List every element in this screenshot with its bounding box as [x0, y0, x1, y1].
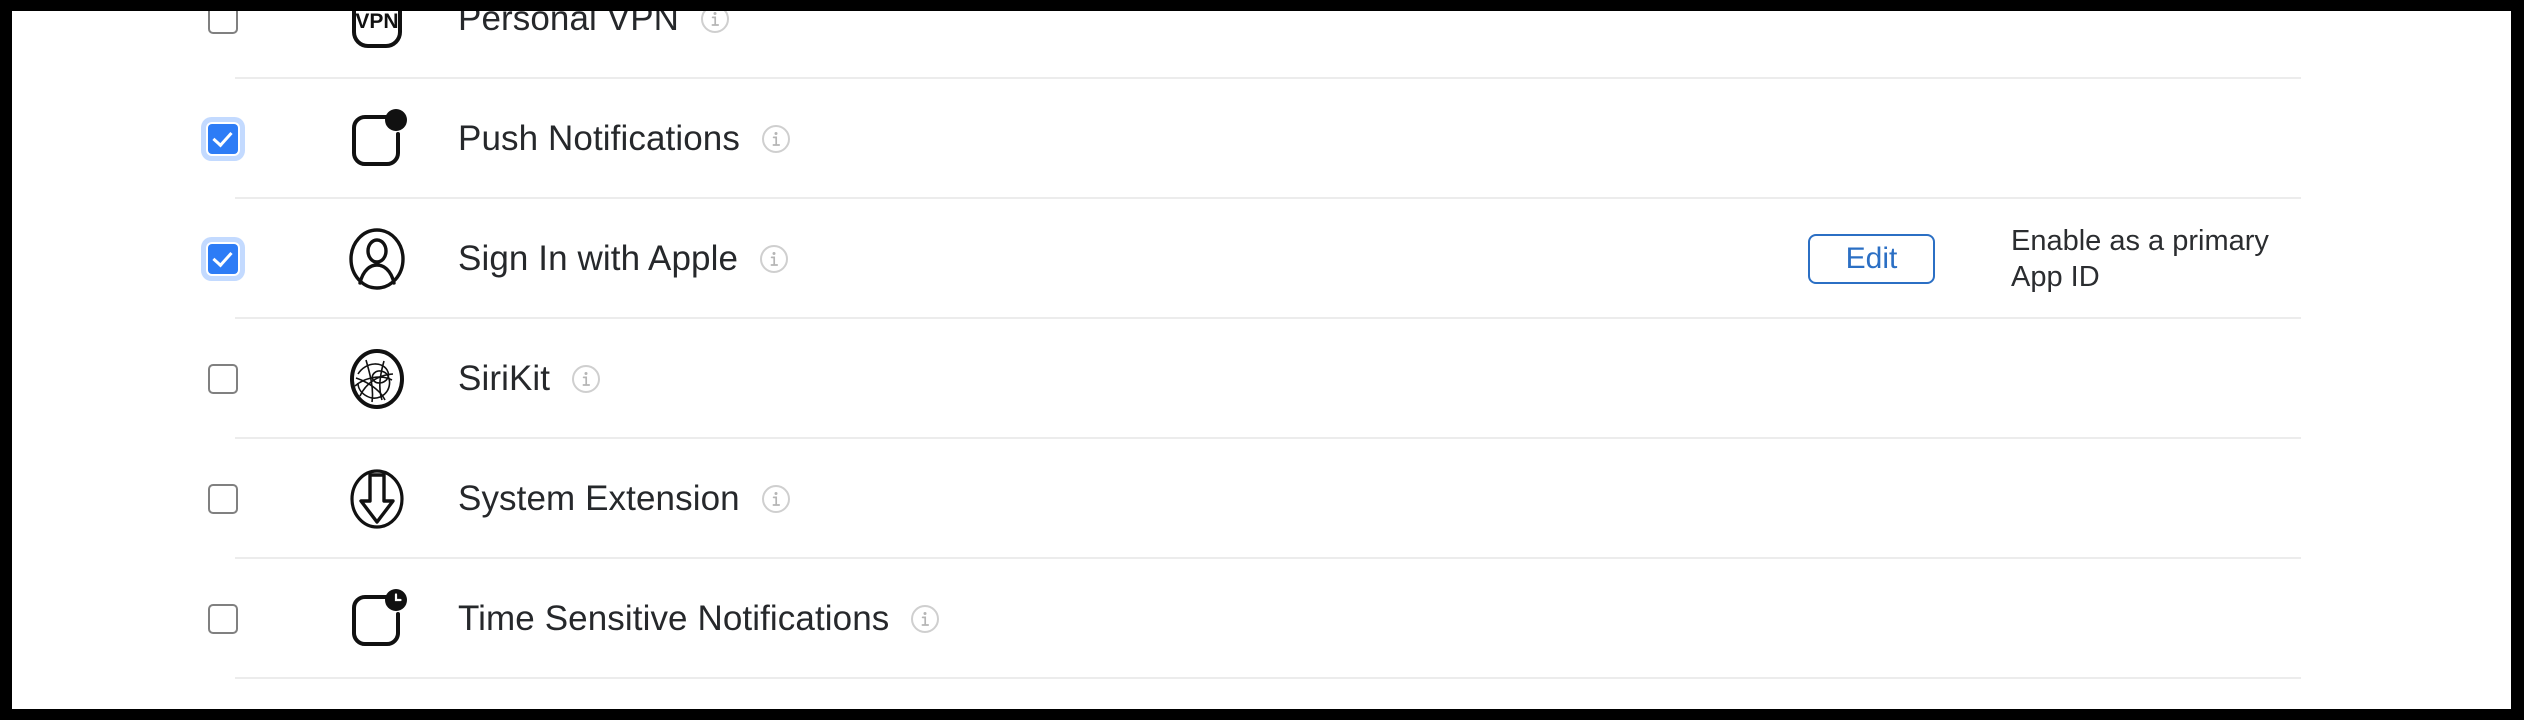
info-icon[interactable] — [759, 244, 789, 274]
capabilities-list: VPN Personal VPN Push Notifications Sign… — [12, 0, 2511, 720]
checkbox-cell — [12, 244, 238, 274]
edit-button[interactable]: Edit — [1808, 234, 1935, 284]
capabilities-panel: VPN Personal VPN Push Notifications Sign… — [0, 0, 2524, 720]
info-icon[interactable] — [571, 364, 601, 394]
info-icon[interactable] — [910, 604, 940, 634]
checkbox-cell — [12, 364, 238, 394]
download-arrow-circle-icon — [350, 469, 404, 529]
label-cell: Sign In with Apple — [458, 239, 789, 279]
icon-cell — [324, 228, 430, 290]
capability-row-system-extension[interactable]: System Extension — [12, 439, 2511, 559]
capability-label: SiriKit — [458, 359, 551, 398]
capability-label: Push Notifications — [458, 119, 740, 158]
checkbox-sirikit[interactable] — [208, 364, 238, 394]
label-cell: SiriKit — [458, 359, 601, 399]
rounded-square-icon — [346, 708, 408, 720]
checkbox-cell — [12, 484, 238, 514]
capability-label: Personal VPN — [458, 0, 680, 38]
label-cell: Time Sensitive Notifications — [458, 599, 940, 639]
info-icon[interactable] — [761, 484, 791, 514]
info-icon[interactable] — [700, 4, 730, 34]
capability-row-next-partial[interactable] — [12, 679, 2511, 720]
capability-row-time-sensitive-notifications[interactable]: Time Sensitive Notifications — [12, 559, 2511, 679]
capability-label: Sign In with Apple — [458, 239, 739, 278]
clock-badge-notification-icon — [352, 589, 407, 646]
capability-label: Time Sensitive Notifications — [458, 599, 890, 638]
checkbox-system-extension[interactable] — [208, 484, 238, 514]
checkbox-cell — [12, 604, 238, 634]
siri-swirl-icon — [350, 349, 404, 409]
checkmark-icon — [212, 246, 233, 268]
icon-cell — [324, 468, 430, 530]
label-cell: Personal VPN — [458, 0, 730, 39]
push-notification-badge-icon — [352, 109, 407, 166]
icon-cell: VPN — [324, 10, 430, 50]
row-actions: Edit Enable as a primary App ID — [1808, 199, 2301, 319]
capability-row-sign-in-with-apple[interactable]: Sign In with Apple Edit Enable as a prim… — [12, 199, 2511, 319]
icon-cell — [324, 348, 430, 410]
icon-cell — [324, 588, 430, 650]
person-circle-icon — [349, 228, 405, 290]
capability-row-sirikit[interactable]: SiriKit — [12, 319, 2511, 439]
primary-app-id-note: Enable as a primary App ID — [2011, 225, 2269, 293]
icon-cell — [324, 708, 430, 720]
capability-label: System Extension — [458, 479, 740, 518]
checkbox-time-sensitive-notifications[interactable] — [208, 604, 238, 634]
capability-row-push-notifications[interactable]: Push Notifications — [12, 79, 2511, 199]
icon-cell — [324, 108, 430, 170]
svg-text:VPN: VPN — [355, 10, 398, 33]
label-cell: Push Notifications — [458, 119, 791, 159]
checkbox-sign-in-with-apple[interactable] — [208, 244, 238, 274]
checkbox-cell — [12, 11, 238, 34]
vpn-icon: VPN — [352, 10, 402, 48]
checkbox-personal-vpn[interactable] — [208, 11, 238, 34]
checkbox-cell — [12, 124, 238, 154]
info-icon[interactable] — [761, 124, 791, 154]
checkbox-push-notifications[interactable] — [208, 124, 238, 154]
label-cell: System Extension — [458, 479, 791, 519]
capability-row-personal-vpn[interactable]: VPN Personal VPN — [12, 0, 2511, 79]
checkmark-icon — [212, 126, 233, 148]
